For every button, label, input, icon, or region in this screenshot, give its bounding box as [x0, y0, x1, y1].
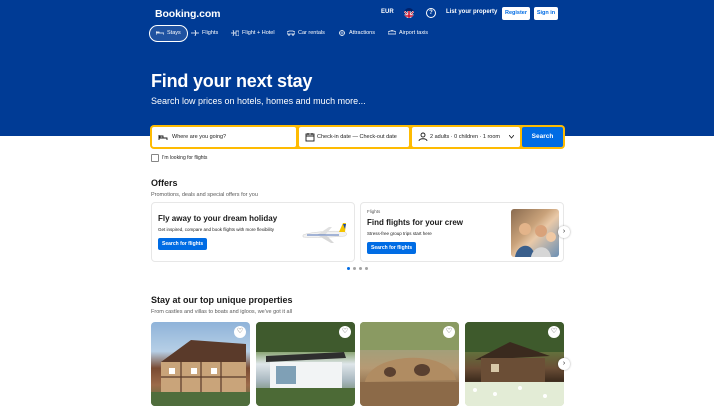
heart-icon[interactable]: ♡	[339, 326, 351, 338]
tab-label: Airport taxis	[399, 30, 429, 36]
property-card-image[interactable]: ♡	[151, 322, 250, 406]
offers-subtitle: Promotions, deals and special offers for…	[151, 192, 258, 198]
bed-icon	[158, 135, 168, 140]
tab-label: Attractions	[349, 30, 375, 36]
calendar-icon	[305, 133, 315, 142]
flights-checkbox[interactable]	[151, 154, 159, 162]
plane-hotel-icon	[231, 29, 239, 36]
tab-label: Flights	[202, 30, 219, 36]
tab-attractions[interactable]: Attractions	[338, 25, 375, 42]
guests-label: 2 adults · 0 children · 1 room	[430, 134, 501, 140]
carousel-dot[interactable]	[353, 267, 356, 270]
carousel-dot[interactable]	[347, 267, 350, 270]
tab-label: Stays	[167, 30, 181, 36]
destination-input[interactable]: Where are you going?	[152, 127, 296, 147]
offer-card-holiday[interactable]: Fly away to your dream holiday Get inspi…	[151, 202, 355, 262]
tab-stays[interactable]: Stays	[149, 25, 188, 42]
hero-subtitle: Search low prices on hotels, homes and m…	[151, 96, 366, 106]
offer-card-title: Find flights for your crew	[367, 218, 464, 227]
register-button[interactable]: Register	[502, 7, 530, 20]
date-picker[interactable]: Check-in date — Check-out date	[299, 127, 409, 147]
tab-flights[interactable]: Flights	[191, 25, 218, 42]
search-flights-button[interactable]: Search for flights	[367, 242, 417, 254]
hero-banner	[0, 0, 714, 136]
heart-icon[interactable]: ♡	[548, 326, 560, 338]
unique-properties-title: Stay at our top unique properties	[151, 295, 293, 305]
tab-label: Flight + Hotel	[242, 30, 275, 36]
plane-icon	[191, 29, 199, 36]
guests-selector[interactable]: 2 adults · 0 children · 1 room	[412, 127, 520, 147]
tab-airport-taxis[interactable]: Airport taxis	[388, 25, 428, 42]
unique-properties-subtitle: From castles and villas to boats and igl…	[151, 309, 293, 315]
attractions-icon	[339, 29, 345, 36]
property-card-image[interactable]: ♡	[360, 322, 459, 406]
destination-placeholder: Where are you going?	[172, 134, 227, 140]
taxi-icon	[388, 29, 396, 34]
offer-card-desc: Stress-free group trips start here	[367, 231, 432, 236]
chevron-down-icon	[509, 135, 514, 139]
flights-checkbox-label[interactable]: I'm looking for flights	[162, 155, 207, 161]
carousel-next-button[interactable]: ›	[558, 358, 570, 370]
offer-card-title: Fly away to your dream holiday	[158, 214, 278, 223]
currency-selector[interactable]: EUR	[381, 9, 394, 15]
carousel-dot[interactable]	[359, 267, 362, 270]
heart-icon[interactable]: ♡	[443, 326, 455, 338]
offers-title: Offers	[151, 178, 178, 188]
dates-label: Check-in date — Check-out date	[317, 134, 397, 140]
offer-card-eyebrow: Flights	[367, 209, 381, 214]
property-card-image[interactable]: ♡	[256, 322, 355, 406]
group-photo	[511, 209, 559, 257]
carousel-next-button[interactable]: ›	[558, 226, 570, 238]
heart-icon[interactable]: ♡	[234, 326, 246, 338]
uk-flag-icon[interactable]	[404, 8, 414, 18]
tab-label: Car rentals	[298, 30, 325, 36]
tab-car-rentals[interactable]: Car rentals	[287, 25, 325, 42]
search-button[interactable]: Search	[522, 127, 563, 147]
booking-logo[interactable]: Booking.com	[155, 8, 221, 20]
offer-card-crew[interactable]: Flights Find flights for your crew Stres…	[360, 202, 564, 262]
bed-icon	[156, 30, 164, 35]
person-icon	[418, 132, 428, 142]
hero-title: Find your next stay	[151, 71, 313, 91]
sign-in-button[interactable]: Sign in	[534, 7, 558, 20]
car-icon	[287, 30, 295, 36]
tab-flight-hotel[interactable]: Flight + Hotel	[231, 25, 275, 42]
carousel-dot[interactable]	[365, 267, 368, 270]
offer-card-desc: Get inspired, compare and book flights w…	[158, 227, 275, 232]
search-bar: Where are you going? Check-in date — Che…	[150, 125, 565, 149]
property-card-image[interactable]: ♡	[465, 322, 564, 406]
list-property-link[interactable]: List your property	[446, 9, 497, 15]
question-icon[interactable]: ?	[426, 8, 436, 18]
search-flights-button[interactable]: Search for flights	[158, 238, 208, 250]
airplane-image	[302, 223, 347, 243]
